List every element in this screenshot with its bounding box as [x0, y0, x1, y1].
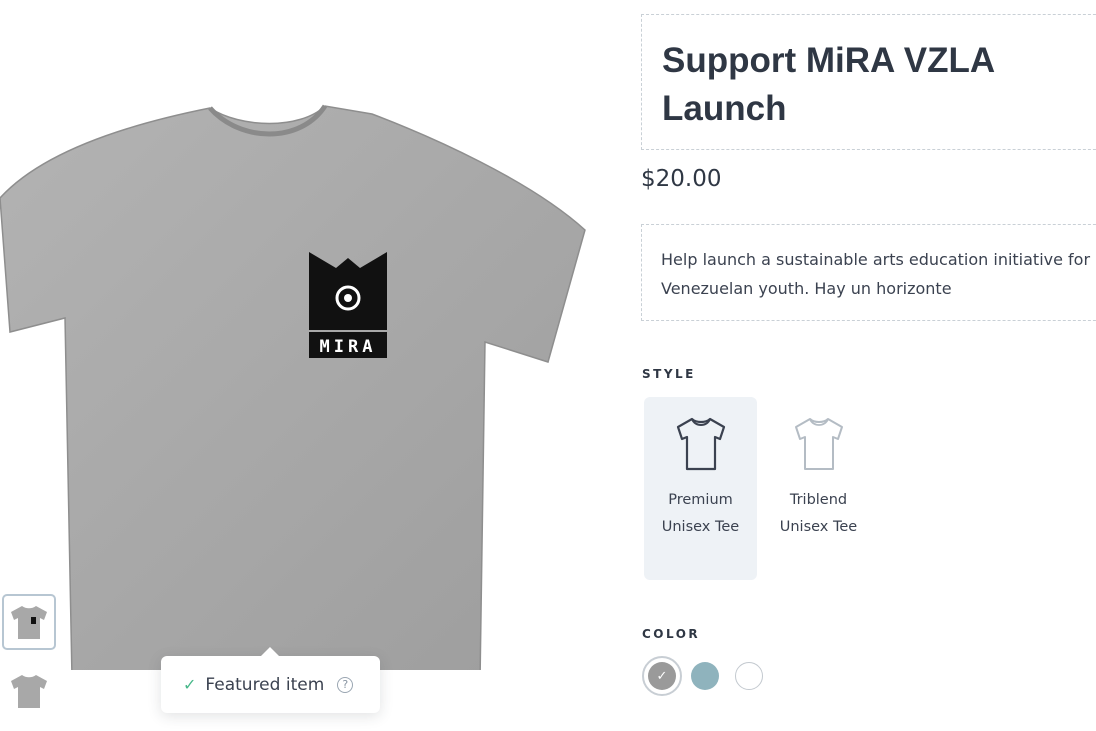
featured-item-badge: ✓ Featured item ? [161, 647, 380, 713]
style-option-label: Premium Unisex Tee [661, 492, 740, 535]
featured-label: Featured item [205, 674, 325, 695]
product-description: Help launch a sustainable arts education… [661, 250, 1091, 298]
tshirt-icon [676, 417, 725, 471]
thumbnail-back[interactable] [3, 664, 55, 718]
checkmark-icon: ✓ [648, 662, 676, 690]
product-title: Support MiRA VZLA Launch [662, 41, 994, 128]
style-option-label: Triblend Unisex Tee [779, 492, 858, 535]
logo-text: MIRA [320, 337, 377, 357]
help-icon[interactable]: ? [337, 676, 354, 693]
color-swatch-white[interactable] [735, 662, 763, 690]
title-box: Support MiRA VZLA Launch [641, 14, 1096, 150]
check-icon: ✓ [183, 675, 197, 694]
style-option-premium[interactable]: Premium Unisex Tee [644, 397, 757, 580]
product-price: $20.00 [641, 166, 722, 192]
tshirt-icon [794, 418, 843, 470]
product-image: MIRA [0, 70, 600, 670]
mira-logo: MIRA [309, 252, 387, 358]
thumbnail-front[interactable] [2, 594, 56, 650]
color-swatch-blue[interactable] [691, 662, 719, 690]
style-option-triblend[interactable]: Triblend Unisex Tee [762, 397, 875, 580]
color-swatch-heather-grey[interactable]: ✓ [642, 656, 682, 696]
style-label: STYLE [642, 367, 696, 381]
color-label: COLOR [642, 627, 701, 641]
description-box: Help launch a sustainable arts education… [641, 224, 1096, 321]
tshirt-shape [0, 105, 586, 670]
